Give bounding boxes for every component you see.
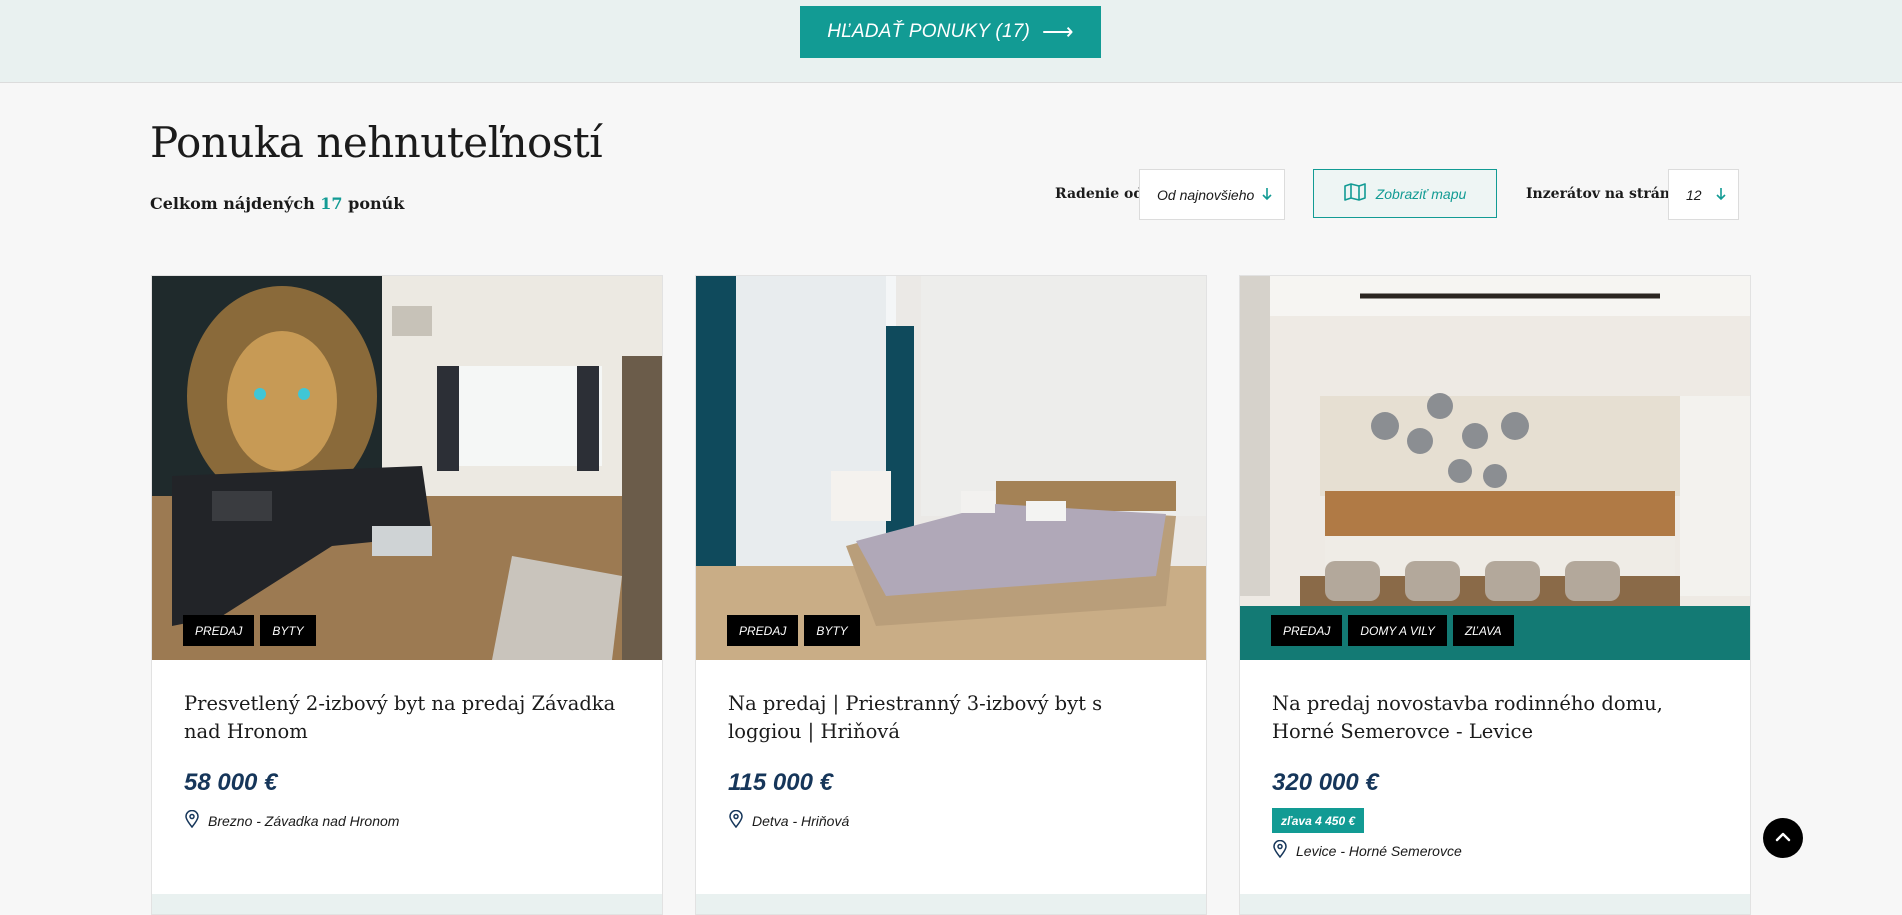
search-offers-label: HĽADAŤ PONUKY (17): [827, 21, 1031, 42]
listing-card[interactable]: PREDAJ BYTY Presvetlený 2-izbový byt na …: [151, 275, 663, 915]
arrow-down-icon: [1262, 187, 1272, 204]
listing-price: 58 000 €: [184, 769, 278, 796]
listing-price: 320 000 €: [1272, 769, 1379, 796]
show-map-button[interactable]: Zobraziť mapu: [1313, 169, 1497, 218]
tag[interactable]: BYTY: [260, 615, 316, 646]
listing-card[interactable]: PREDAJ DOMY A VILY ZĽAVA Na predaj novos…: [1239, 275, 1751, 915]
listing-tags: PREDAJ BYTY: [727, 615, 860, 646]
per-page-label: Inzerátov na stránke: [1526, 186, 1689, 202]
card-footer: [152, 894, 662, 914]
tag[interactable]: BYTY: [804, 615, 860, 646]
listing-location: Detva - Hriňová: [728, 809, 850, 831]
listing-title[interactable]: Na predaj novostavba rodinného domu, Hor…: [1272, 690, 1722, 746]
arrow-down-icon: [1716, 187, 1726, 204]
per-page-value: 12: [1686, 186, 1702, 203]
discount-badge: zľava 4 450 €: [1272, 808, 1365, 833]
listing-price: 115 000 €: [728, 769, 833, 796]
results-count-value: 17: [320, 194, 343, 213]
listing-photo[interactable]: PREDAJ BYTY: [696, 276, 1206, 660]
sort-select-value: Od najnovšieho: [1157, 186, 1255, 203]
results-count-prefix: Celkom nájdených: [150, 194, 315, 213]
tag[interactable]: ZĽAVA: [1452, 615, 1514, 646]
listing-card[interactable]: PREDAJ BYTY Na predaj | Priestranný 3-iz…: [695, 275, 1207, 915]
location-pin-icon: [728, 809, 744, 831]
sort-label: Radenie od:: [1055, 186, 1149, 202]
sort-select[interactable]: Od najnovšieho: [1139, 169, 1285, 220]
listing-photo[interactable]: PREDAJ BYTY: [152, 276, 662, 660]
listing-title[interactable]: Presvetlený 2-izbový byt na predaj Závad…: [184, 690, 634, 746]
search-offers-button[interactable]: HĽADAŤ PONUKY (17) ⟶: [800, 6, 1101, 58]
tag[interactable]: PREDAJ: [1271, 615, 1343, 646]
location-text: Brezno - Závadka nad Hronom: [208, 812, 400, 829]
location-pin-icon: [184, 809, 200, 831]
location-pin-icon: [1272, 839, 1288, 861]
results-count: Celkom nájdených 17 ponúk: [150, 194, 404, 213]
listing-location: Brezno - Závadka nad Hronom: [184, 809, 400, 831]
card-footer: [1240, 894, 1750, 914]
location-text: Detva - Hriňová: [752, 812, 850, 829]
listing-tags: PREDAJ BYTY: [183, 615, 316, 646]
listing-photo[interactable]: PREDAJ DOMY A VILY ZĽAVA: [1240, 276, 1750, 660]
card-footer: [696, 894, 1206, 914]
per-page-select[interactable]: 12: [1668, 169, 1739, 220]
listing-location: Levice - Horné Semerovce: [1272, 839, 1462, 861]
arrow-right-icon: ⟶: [1042, 19, 1074, 44]
tag[interactable]: DOMY A VILY: [1348, 615, 1447, 646]
tag[interactable]: PREDAJ: [727, 615, 799, 646]
tag[interactable]: PREDAJ: [183, 615, 255, 646]
map-icon: [1343, 183, 1366, 204]
location-text: Levice - Horné Semerovce: [1296, 842, 1462, 859]
scroll-to-top-button[interactable]: [1763, 818, 1803, 858]
listing-tags: PREDAJ DOMY A VILY ZĽAVA: [1271, 615, 1514, 646]
chevron-up-icon: [1775, 829, 1791, 847]
listing-title[interactable]: Na predaj | Priestranný 3-izbový byt s l…: [728, 690, 1178, 746]
show-map-label: Zobraziť mapu: [1375, 185, 1467, 202]
results-count-suffix: ponúk: [348, 194, 405, 213]
page-title: Ponuka nehnuteľností: [150, 118, 603, 167]
search-bar: HĽADAŤ PONUKY (17) ⟶: [0, 0, 1902, 83]
